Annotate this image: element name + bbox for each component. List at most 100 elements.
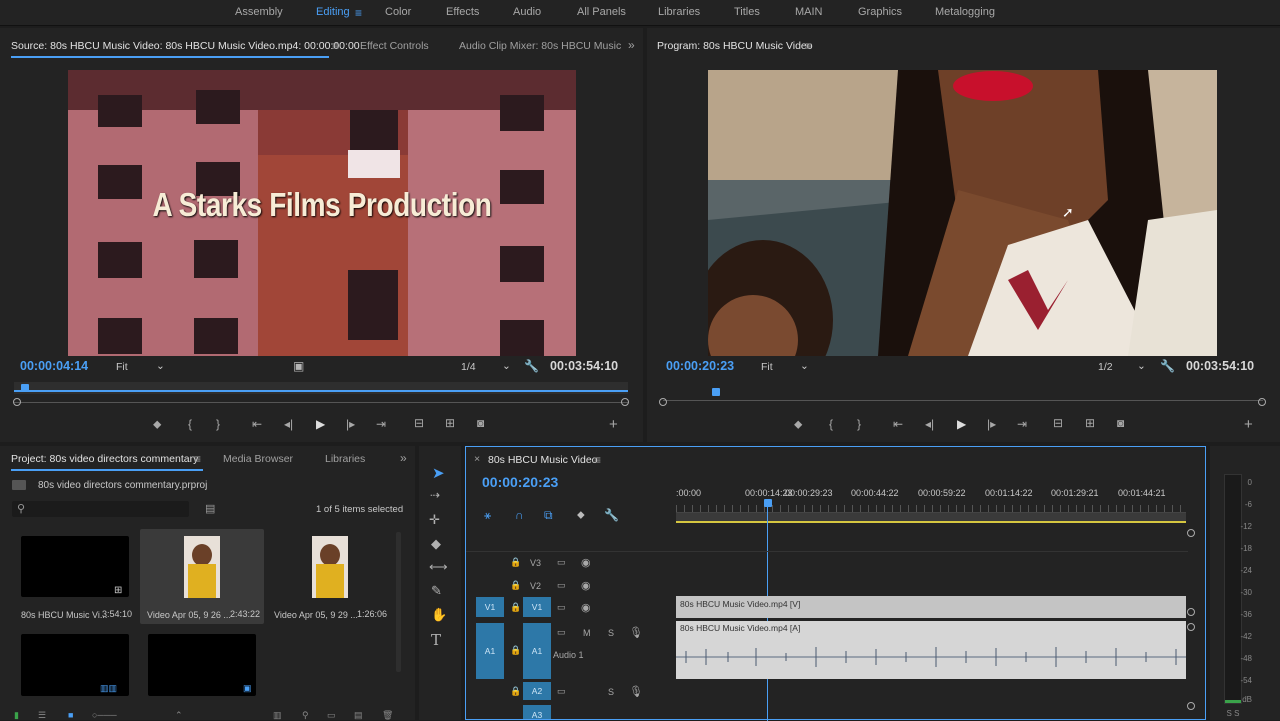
source-playhead[interactable] [21, 384, 30, 392]
go-to-out-icon[interactable]: ⇥ [1017, 417, 1027, 431]
program-playhead[interactable] [711, 388, 720, 396]
source-video-frame[interactable]: A Starks Films Production [68, 70, 576, 356]
time-ruler[interactable] [676, 505, 1186, 513]
lock-icon[interactable]: 🔒 [510, 645, 521, 656]
tab-project[interactable]: Project: 80s video directors commentary [11, 453, 198, 465]
insert-icon[interactable]: ⊟ [414, 416, 424, 430]
program-video-frame[interactable] [708, 70, 1217, 356]
step-forward-icon[interactable]: |▸ [346, 417, 355, 431]
workspace-tab-effects[interactable]: Effects [446, 6, 479, 18]
tab-libraries[interactable]: Libraries [325, 453, 365, 465]
program-timecode[interactable]: 00:00:20:23 [666, 359, 734, 373]
work-area-bar[interactable] [676, 513, 1186, 523]
wrench-icon[interactable]: 🔧 [1160, 359, 1175, 373]
workspace-tab-assembly[interactable]: Assembly [235, 6, 283, 18]
thumbnail-video-2[interactable] [312, 536, 348, 598]
lock-icon[interactable]: 🔒 [510, 580, 521, 591]
lock-icon[interactable]: 🔒 [510, 602, 521, 613]
solo-buttons[interactable]: S S [1222, 709, 1244, 718]
new-item-icon[interactable]: ▤ [354, 710, 363, 721]
track-target-a2[interactable]: A2 [523, 682, 551, 700]
zoom-handle-left[interactable] [659, 398, 667, 406]
chevron-down-icon[interactable]: ⌄ [156, 360, 165, 372]
sync-icon[interactable]: ▭ [557, 557, 566, 568]
icon-view-icon[interactable]: ■ [68, 710, 73, 720]
workspace-menu-icon[interactable]: ≡ [355, 6, 362, 20]
lock-icon[interactable]: 🔒 [510, 686, 521, 697]
chevron-down-icon[interactable]: ⌄ [502, 360, 511, 372]
wrench-icon[interactable]: 🔧 [604, 508, 619, 522]
mark-out-icon[interactable]: } [216, 417, 220, 431]
mark-in-icon[interactable]: { [829, 417, 833, 431]
play-icon[interactable]: ▶ [957, 417, 966, 431]
add-marker-icon[interactable]: ⬥ [153, 417, 161, 432]
thumbnail-item-5[interactable] [148, 634, 256, 696]
go-to-in-icon[interactable]: ⇤ [252, 417, 262, 431]
source-zoom-select[interactable]: Fit [116, 361, 128, 373]
mark-in-icon[interactable]: { [188, 417, 192, 431]
workspace-tab-audio[interactable]: Audio [513, 6, 541, 18]
lift-icon[interactable]: ⊟ [1053, 416, 1063, 430]
track-target-a3[interactable]: A3 [523, 705, 551, 719]
step-forward-icon[interactable]: |▸ [987, 417, 996, 431]
source-resolution-select[interactable]: 1/4 [461, 361, 476, 373]
camera-icon[interactable]: ◙ [1117, 416, 1124, 430]
extract-icon[interactable]: ⊞ [1085, 416, 1095, 430]
timeline-playhead-handle[interactable] [764, 499, 772, 507]
trash-icon[interactable]: 🗑 [382, 710, 393, 721]
workspace-tab-all-panels[interactable]: All Panels [577, 6, 626, 18]
eye-icon[interactable]: ◉ [581, 601, 591, 614]
chevron-down-icon[interactable]: ⌄ [800, 360, 809, 372]
add-marker-icon[interactable]: ⬥ [577, 509, 585, 522]
tab-media-browser[interactable]: Media Browser [223, 453, 293, 465]
zoom-handle-left[interactable] [13, 398, 21, 406]
lock-icon[interactable]: 🔒 [510, 557, 521, 568]
workspace-tab-graphics[interactable]: Graphics [858, 6, 902, 18]
plus-icon[interactable]: + [1244, 416, 1253, 433]
sort-icon[interactable]: ⌃ [175, 710, 183, 721]
sync-icon[interactable]: ▭ [557, 602, 566, 613]
scroll-handle[interactable] [1187, 529, 1195, 537]
selection-tool-icon[interactable]: ➤ [432, 464, 445, 482]
close-icon[interactable]: × [474, 453, 480, 465]
slip-icon[interactable]: ⟷ [429, 559, 448, 575]
zoom-slider[interactable]: ○─── [92, 710, 117, 720]
camera-icon[interactable]: ◙ [477, 416, 484, 430]
source-patch-a1[interactable]: A1 [476, 623, 504, 679]
panel-overflow-icon[interactable]: » [400, 451, 407, 465]
find-icon[interactable]: ⚲ [302, 710, 309, 721]
project-search-input[interactable] [12, 501, 189, 517]
track-select-icon[interactable]: ⇢ [430, 488, 440, 502]
sync-icon[interactable]: ▭ [557, 627, 566, 638]
workspace-tab-metalogging[interactable]: Metalogging [935, 6, 995, 18]
workspace-tab-editing[interactable]: Editing [316, 6, 350, 18]
thumbnail-sequence[interactable] [21, 536, 129, 597]
solo-button[interactable]: S [608, 628, 614, 638]
program-menu-icon[interactable]: ≡ [805, 39, 812, 53]
sync-icon[interactable]: ▭ [557, 686, 566, 697]
workspace-tab-libraries[interactable]: Libraries [658, 6, 700, 18]
step-back-icon[interactable]: ◂| [284, 417, 293, 431]
source-timecode[interactable]: 00:00:04:14 [20, 359, 88, 373]
settings-box-icon[interactable]: ▣ [293, 359, 304, 373]
thumbnail-video-1[interactable] [184, 536, 220, 598]
new-bin-icon[interactable]: ▤ [205, 502, 215, 515]
solo-button[interactable]: S [608, 687, 614, 697]
mute-button[interactable]: M [583, 628, 591, 638]
source-zoom-bar[interactable] [14, 402, 628, 403]
wrench-icon[interactable]: 🔧 [524, 359, 539, 373]
timeline-timecode[interactable]: 00:00:20:23 [482, 474, 558, 490]
sync-icon[interactable]: ▭ [557, 580, 566, 591]
microphone-icon[interactable]: 🎙 [629, 685, 643, 698]
program-zoom-select[interactable]: Fit [761, 361, 773, 373]
play-icon[interactable]: ▶ [316, 417, 325, 431]
eye-icon[interactable]: ◉ [581, 579, 591, 592]
track-target-a1[interactable]: A1 [523, 623, 551, 679]
tab-audio-clip-mixer[interactable]: Audio Clip Mixer: 80s HBCU Music [459, 40, 621, 52]
new-bin-icon[interactable]: ▭ [327, 710, 336, 721]
tab-source[interactable]: Source: 80s HBCU Music Video: 80s HBCU M… [11, 40, 360, 52]
magnet-icon[interactable]: ∩ [515, 508, 524, 522]
type-icon[interactable]: T [431, 631, 441, 649]
video-clip[interactable]: 80s HBCU Music Video.mp4 [V] [676, 596, 1186, 618]
step-back-icon[interactable]: ◂| [925, 417, 934, 431]
